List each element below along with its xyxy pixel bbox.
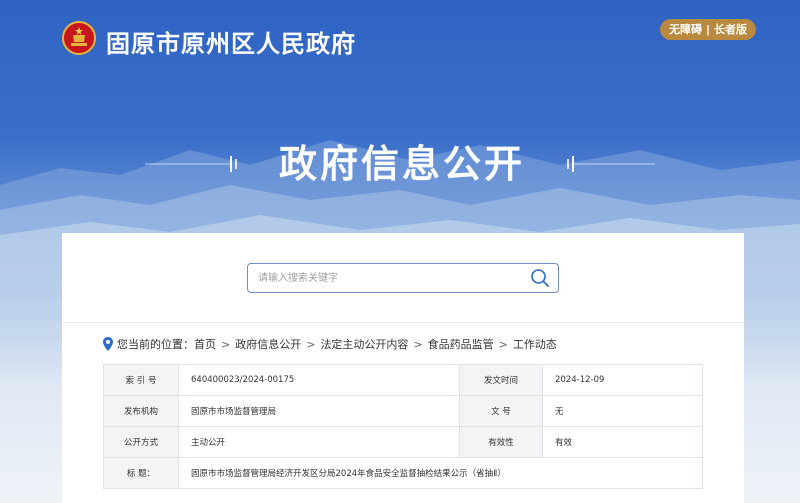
doc-no-label: 文 号 — [459, 395, 543, 427]
disclosure-label: 公开方式 — [103, 426, 179, 458]
index-no-value: 640400023/2024-00175 — [178, 364, 460, 396]
breadcrumb-home[interactable]: 首页 — [194, 336, 216, 352]
section-divider — [62, 322, 744, 323]
breadcrumb-separator: > — [498, 337, 508, 351]
breadcrumb: 您当前的位置： 首页 > 政府信息公开 > 法定主动公开内容 > 食品药品监管 … — [103, 336, 557, 352]
doc-title-value: 固原市市场监督管理局经济开发区分局2024年食品安全监督抽检结果公示（省抽Ⅱ） — [178, 457, 703, 489]
publish-date-value: 2024-12-09 — [542, 364, 703, 396]
table-row: 公开方式 主动公开 有效性 有效 — [103, 426, 703, 458]
disclosure-value: 主动公开 — [178, 426, 460, 458]
publish-date-label: 发文时间 — [459, 364, 543, 396]
location-pin-icon — [103, 337, 113, 351]
doc-title-label: 标 题： — [103, 457, 179, 489]
breadcrumb-prefix: 您当前的位置： — [117, 338, 194, 351]
doc-no-value: 无 — [542, 395, 703, 427]
breadcrumb-statutory[interactable]: 法定主动公开内容 — [320, 336, 408, 352]
issuer-value: 固原市市场监督管理局 — [178, 395, 460, 427]
table-row: 发布机构 固原市市场监督管理局 文 号 无 — [103, 395, 703, 427]
document-metadata-table: 索 引 号 640400023/2024-00175 发文时间 2024-12-… — [103, 364, 703, 489]
validity-label: 有效性 — [459, 426, 543, 458]
accessibility-toggle[interactable]: 无障碍 | 长者版 — [660, 19, 757, 40]
table-row: 索 引 号 640400023/2024-00175 发文时间 2024-12-… — [103, 364, 703, 396]
a11y-separator: | — [706, 23, 711, 36]
validity-value: 有效 — [542, 426, 703, 458]
breadcrumb-food-drug[interactable]: 食品药品监管 — [428, 336, 494, 352]
search-box — [247, 263, 559, 293]
issuer-label: 发布机构 — [103, 395, 179, 427]
breadcrumb-gov-info[interactable]: 政府信息公开 — [235, 336, 301, 352]
elder-mode-link[interactable]: 长者版 — [714, 23, 747, 36]
breadcrumb-separator: > — [306, 337, 316, 351]
search-input[interactable] — [258, 264, 508, 292]
a11y-mode-link[interactable]: 无障碍 — [669, 23, 702, 36]
index-no-label: 索 引 号 — [103, 364, 179, 396]
site-title[interactable]: 固原市原州区人民政府 — [106, 24, 356, 59]
breadcrumb-work-news[interactable]: 工作动态 — [513, 336, 557, 352]
table-row: 标 题： 固原市市场监督管理局经济开发区分局2024年食品安全监督抽检结果公示（… — [103, 457, 703, 489]
national-emblem-icon — [62, 21, 96, 55]
search-icon[interactable] — [530, 268, 550, 288]
breadcrumb-separator: > — [221, 337, 231, 351]
breadcrumb-separator: > — [413, 337, 423, 351]
hero-title: 政府信息公开 — [278, 142, 525, 186]
